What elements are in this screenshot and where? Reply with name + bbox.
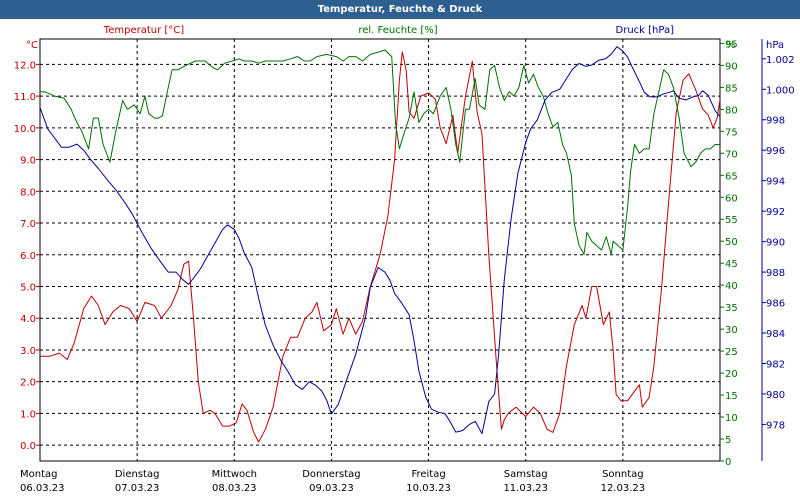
temperature-tick-label-7: 7.0 bbox=[20, 219, 36, 230]
humidity-tick-label-17: 85 bbox=[725, 83, 738, 94]
humidity-tick-label-10: 50 bbox=[725, 237, 738, 248]
temperature-tick-label-8: 8.0 bbox=[20, 187, 36, 198]
humidity-axis: 05101520253035404550556065707580859095 bbox=[720, 39, 738, 468]
humidity-tick-label-8: 40 bbox=[725, 281, 738, 292]
temperature-tick-label-4: 4.0 bbox=[20, 314, 36, 325]
pressure-tick-label-9: 996 bbox=[766, 146, 785, 157]
temperature-tick-label-9: 9.0 bbox=[20, 156, 36, 167]
humidity-tick-label-9: 45 bbox=[725, 259, 738, 270]
temperature-tick-label-1: 1.0 bbox=[20, 409, 36, 420]
pressure-tick-label-5: 988 bbox=[766, 268, 785, 279]
x-tick-day-2: Mittwoch bbox=[212, 469, 257, 480]
x-tick-date-2: 08.03.23 bbox=[212, 483, 257, 494]
humidity-tick-label-1: 5 bbox=[725, 435, 731, 446]
temperature-tick-label-10: 10.0 bbox=[14, 124, 36, 135]
humidity-tick-label-6: 30 bbox=[725, 325, 738, 336]
temperature-tick-label-0: 0.0 bbox=[20, 441, 36, 452]
temperature-tick-label-3: 3.0 bbox=[20, 346, 36, 357]
humidity-tick-label-15: 75 bbox=[725, 127, 738, 138]
x-tick-date-6: 12.03.23 bbox=[601, 483, 646, 494]
temperature-tick-label-2: 2.0 bbox=[20, 378, 36, 389]
temperature-tick-label-6: 6.0 bbox=[20, 251, 36, 262]
pressure-tick-label-8: 994 bbox=[766, 177, 785, 188]
x-tick-day-5: Samstag bbox=[504, 469, 548, 480]
pressure-tick-label-4: 986 bbox=[766, 299, 785, 310]
temperature-tick-label-11: 11.0 bbox=[14, 92, 36, 103]
humidity-tick-label-16: 80 bbox=[725, 105, 738, 116]
humidity-tick-label-3: 15 bbox=[725, 391, 738, 402]
pressure-tick-label-0: 978 bbox=[766, 420, 785, 431]
x-tick-day-4: Freitag bbox=[411, 469, 445, 480]
humidity-tick-label-11: 55 bbox=[725, 215, 738, 226]
humidity-tick-label-7: 35 bbox=[725, 303, 738, 314]
humidity-tick-label-12: 60 bbox=[725, 193, 738, 204]
pressure-tick-label-10: 998 bbox=[766, 116, 785, 127]
pressure-tick-label-3: 984 bbox=[766, 329, 785, 340]
x-tick-date-0: 06.03.23 bbox=[20, 483, 65, 494]
humidity-tick-label-13: 65 bbox=[725, 171, 738, 182]
pressure-tick-label-6: 990 bbox=[766, 238, 785, 249]
x-tick-date-4: 10.03.23 bbox=[406, 483, 451, 494]
x-tick-day-1: Dienstag bbox=[115, 469, 160, 480]
humidity-unit: % bbox=[726, 40, 736, 51]
temperature-tick-label-12: 12.0 bbox=[14, 60, 36, 71]
window-title: Temperatur, Feuchte & Druck bbox=[0, 0, 800, 19]
humidity-tick-label-4: 20 bbox=[725, 369, 738, 380]
temperature-axis-label: Temperatur [°C] bbox=[103, 25, 184, 36]
x-tick-date-3: 09.03.23 bbox=[309, 483, 354, 494]
x-tick-day-3: Donnerstag bbox=[302, 469, 360, 480]
pressure-tick-label-12: 1.002 bbox=[766, 55, 795, 66]
pressure-tick-label-11: 1.000 bbox=[766, 85, 795, 96]
x-tick-day-0: Montag bbox=[20, 469, 57, 480]
humidity-axis-label: rel. Feuchte [%] bbox=[358, 25, 437, 36]
temperature-unit: °C bbox=[26, 40, 38, 51]
pressure-tick-label-7: 992 bbox=[766, 207, 785, 218]
chart: 0.0 1.0 2.0 3.0 4.0 5.0 6.0 7.0 8.0 9.0 10.0 11.0 12… bbox=[14, 25, 795, 494]
temperature-tick-label-5: 5.0 bbox=[20, 282, 36, 293]
pressure-tick-label-1: 980 bbox=[766, 390, 785, 401]
x-tick-day-6: Sonntag bbox=[602, 469, 644, 480]
humidity-tick-label-0: 0 bbox=[725, 457, 731, 468]
x-axis: Montag 06.03.23 Dienstag 07.03.23 Mittwoch 08… bbox=[20, 469, 645, 494]
humidity-tick-label-14: 70 bbox=[725, 149, 738, 160]
humidity-tick-label-18: 90 bbox=[725, 61, 738, 72]
pressure-unit: hPa bbox=[766, 40, 784, 51]
temperature-axis: 0.0 1.0 2.0 3.0 4.0 5.0 6.0 7.0 8.0 9.0 10.0 11.0 12… bbox=[14, 60, 40, 452]
humidity-tick-label-2: 10 bbox=[725, 413, 738, 424]
x-tick-date-1: 07.03.23 bbox=[115, 483, 160, 494]
humidity-tick-label-5: 25 bbox=[725, 347, 738, 358]
x-tick-date-5: 11.03.23 bbox=[503, 483, 548, 494]
pressure-tick-label-2: 982 bbox=[766, 359, 785, 370]
pressure-axis-label: Druck [hPa] bbox=[616, 25, 675, 36]
pressure-axis: 978 980 982 984 986 988 990 992 994 996 998 1.000 1.… bbox=[762, 55, 795, 431]
